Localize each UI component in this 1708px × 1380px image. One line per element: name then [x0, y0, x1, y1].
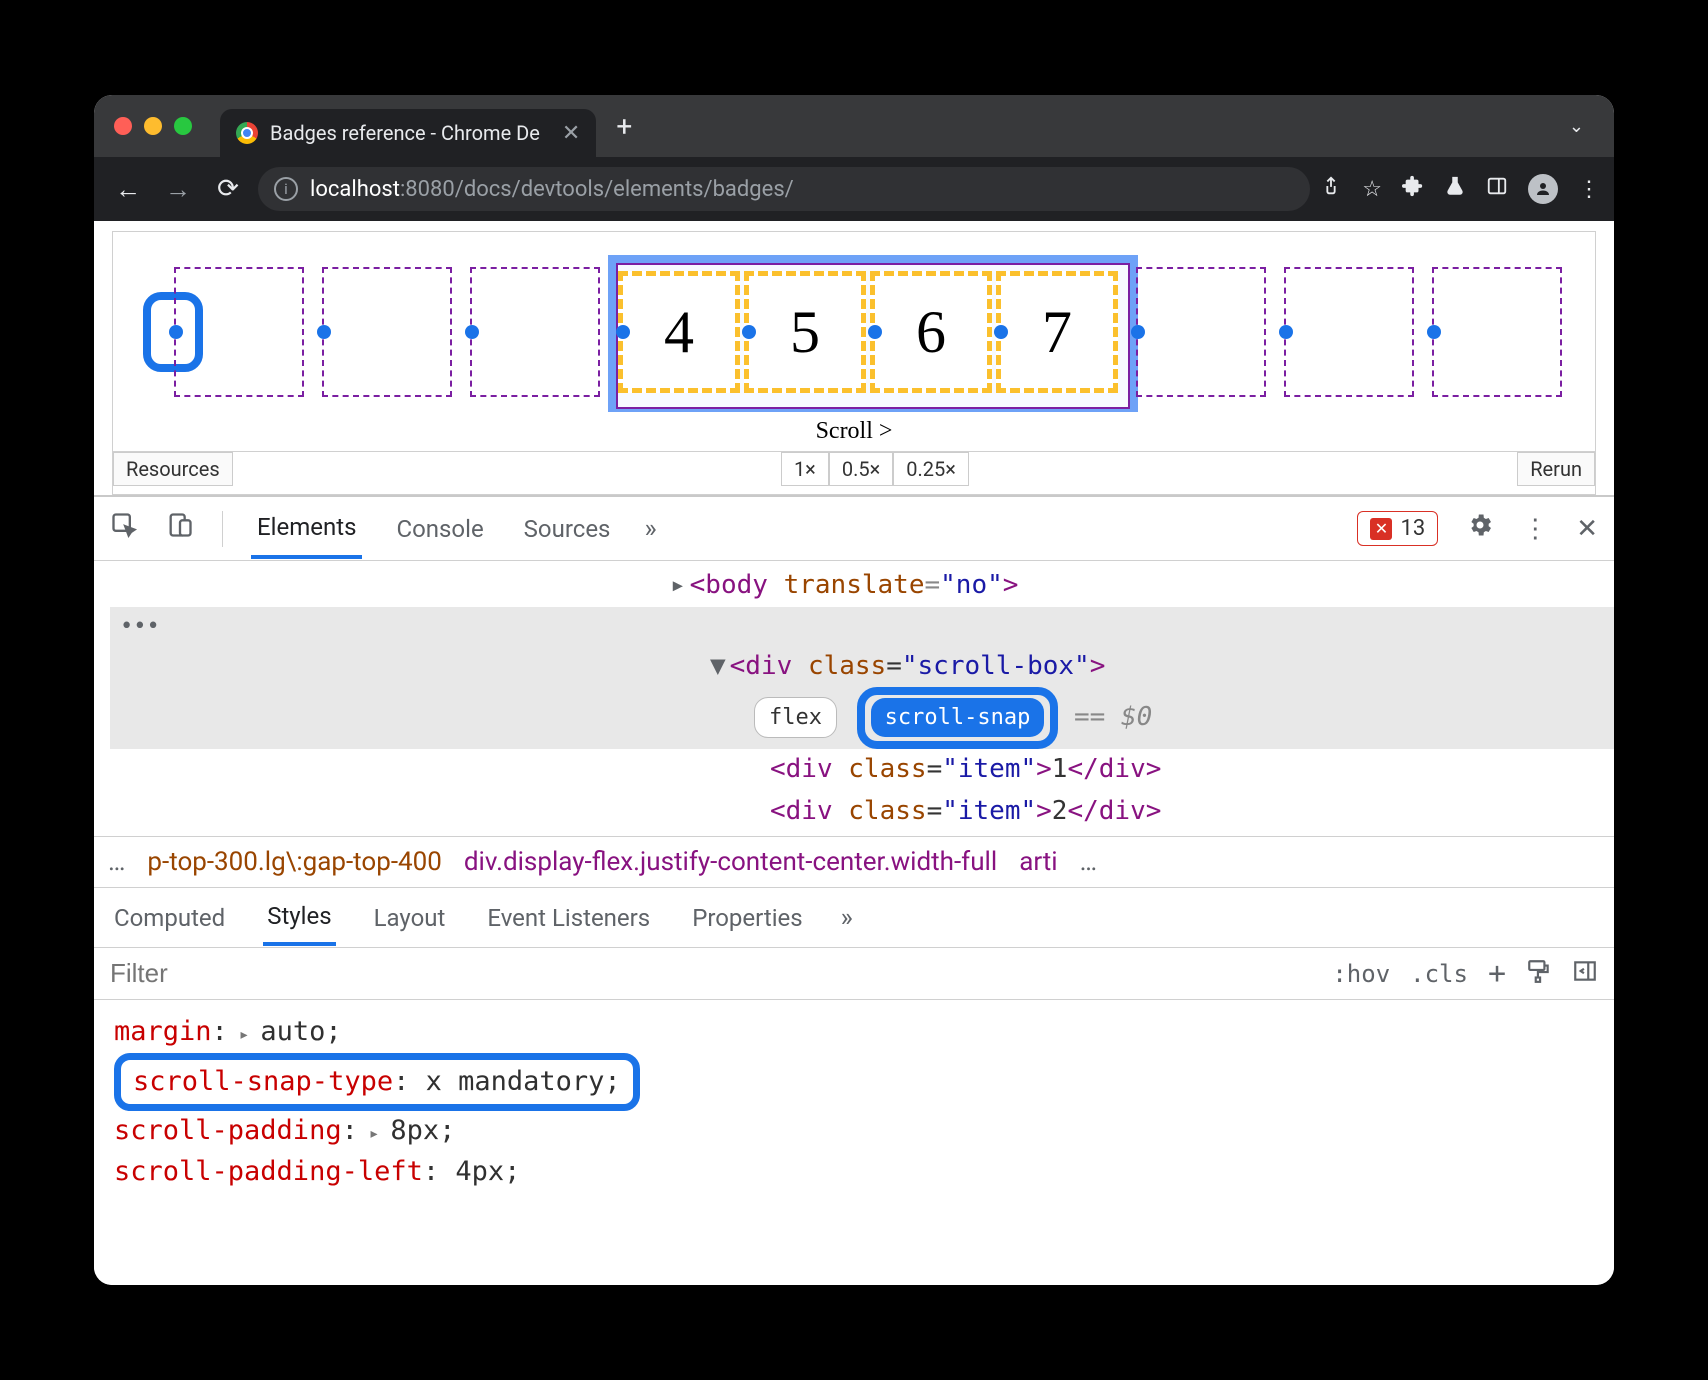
toggle-sidebar-icon[interactable]	[1572, 958, 1598, 990]
browser-toolbar: ← → ⟳ i localhost:8080/docs/devtools/ele…	[94, 157, 1614, 221]
forward-button[interactable]: →	[158, 169, 198, 209]
dom-child-node[interactable]: <div class="item">1</div>	[110, 749, 1614, 791]
back-button[interactable]: ←	[108, 169, 148, 209]
minimize-window-button[interactable]	[144, 117, 162, 135]
styles-filter-input[interactable]	[110, 958, 1312, 989]
scroll-snap-demo[interactable]: 4 5 6 7	[113, 252, 1595, 412]
tab-event-listeners[interactable]: Event Listeners	[483, 892, 654, 944]
selected-dom-node[interactable]: ▼<div class="scroll-box">	[110, 646, 1614, 688]
zoom-05x[interactable]: 0.5×	[829, 452, 893, 486]
dom-tree[interactable]: ▸<body translate="no"> ••• ▼<div class="…	[94, 561, 1614, 836]
css-declaration[interactable]: scroll-padding: ▸ 8px;	[114, 1111, 1594, 1152]
collapsed-ancestors[interactable]: •••	[110, 607, 1614, 646]
url-path: :8080/docs/devtools/elements/badges/	[400, 177, 794, 202]
styles-filter-bar: :hov .cls +	[94, 948, 1614, 1000]
breadcrumb-segment[interactable]: p-top-300.lg\:gap-top-400	[147, 847, 441, 877]
demo-item: 6	[870, 271, 992, 393]
extensions-icon[interactable]	[1402, 175, 1424, 203]
demo-item	[1136, 267, 1266, 397]
demo-item	[322, 267, 452, 397]
side-panel-icon[interactable]	[1486, 175, 1508, 203]
browser-tab[interactable]: Badges reference - Chrome De ✕	[220, 109, 596, 157]
devtools-panel: Elements Console Sources » ✕ 13 ⋮ ✕ ▸<bo…	[94, 495, 1614, 1285]
settings-icon[interactable]	[1466, 511, 1494, 546]
tab-elements[interactable]: Elements	[251, 499, 362, 559]
demo-item: 4	[618, 271, 740, 393]
styles-tab-bar: Computed Styles Layout Event Listeners P…	[94, 888, 1614, 948]
device-toggle-icon[interactable]	[166, 511, 194, 546]
scroll-snap-badge-annotation: scroll-snap	[857, 687, 1059, 749]
url-host: localhost	[310, 177, 400, 202]
cls-toggle[interactable]: .cls	[1410, 960, 1468, 988]
close-window-button[interactable]	[114, 117, 132, 135]
more-tabs-icon[interactable]: »	[644, 514, 656, 544]
css-declaration-annotated: scroll-snap-type: x mandatory;	[114, 1053, 1594, 1112]
dom-breadcrumb[interactable]: … p-top-300.lg\:gap-top-400 div.display-…	[94, 836, 1614, 888]
demo-item	[1284, 267, 1414, 397]
tab-layout[interactable]: Layout	[370, 892, 450, 944]
profile-avatar[interactable]	[1528, 174, 1558, 204]
dom-child-node[interactable]: <div class="item">2</div>	[110, 791, 1614, 833]
breadcrumb-segment[interactable]: arti	[1019, 847, 1057, 877]
bookmark-icon[interactable]: ☆	[1362, 177, 1382, 202]
page-viewport: 4 5 6 7 Scroll > Resources 1× 0.5× 0.25×	[94, 221, 1614, 495]
css-rules-pane[interactable]: margin: ▸ auto; scroll-snap-type: x mand…	[94, 1000, 1614, 1204]
paint-icon[interactable]	[1526, 958, 1552, 990]
demo-item	[470, 267, 600, 397]
zoom-025x[interactable]: 0.25×	[893, 452, 969, 486]
site-info-icon[interactable]: i	[274, 177, 298, 201]
tab-properties[interactable]: Properties	[688, 892, 806, 944]
zoom-1x[interactable]: 1×	[781, 452, 829, 486]
resources-button[interactable]: Resources	[113, 452, 233, 486]
demo-item	[1432, 267, 1562, 397]
kebab-menu-icon[interactable]: ⋮	[1522, 514, 1548, 544]
new-tab-button[interactable]: +	[616, 110, 632, 143]
error-count-badge[interactable]: ✕ 13	[1357, 511, 1438, 546]
traffic-lights	[114, 117, 192, 135]
demo-container: 4 5 6 7 Scroll > Resources 1× 0.5× 0.25×	[112, 231, 1596, 495]
tab-sources[interactable]: Sources	[518, 501, 617, 557]
chrome-icon	[236, 122, 258, 144]
menu-icon[interactable]: ⋮	[1578, 177, 1600, 202]
css-declaration[interactable]: scroll-padding-left: 4px;	[114, 1152, 1594, 1193]
labs-icon[interactable]	[1444, 175, 1466, 203]
demo-item: 7	[996, 271, 1118, 393]
close-tab-icon[interactable]: ✕	[562, 121, 580, 146]
inspect-icon[interactable]	[110, 511, 138, 546]
new-style-rule-icon[interactable]: +	[1488, 956, 1506, 991]
toolbar-actions: ☆ ⋮	[1320, 174, 1600, 204]
reload-button[interactable]: ⟳	[208, 169, 248, 209]
tab-styles[interactable]: Styles	[263, 890, 335, 946]
more-styles-tabs-icon[interactable]: »	[841, 903, 853, 933]
tab-console[interactable]: Console	[390, 501, 489, 557]
close-devtools-icon[interactable]: ✕	[1576, 514, 1598, 544]
scroll-label: Scroll >	[113, 418, 1595, 445]
tab-title: Badges reference - Chrome De	[270, 121, 540, 145]
share-icon[interactable]	[1320, 175, 1342, 203]
selected-node-ref: == $0	[1074, 702, 1152, 732]
error-icon: ✕	[1370, 518, 1392, 540]
titlebar: Badges reference - Chrome De ✕ + ⌄	[94, 95, 1614, 157]
demo-footer: Resources 1× 0.5× 0.25× Rerun	[113, 451, 1595, 486]
devtools-tab-bar: Elements Console Sources » ✕ 13 ⋮ ✕	[94, 497, 1614, 561]
browser-window: Badges reference - Chrome De ✕ + ⌄ ← → ⟳…	[94, 95, 1614, 1285]
address-bar[interactable]: i localhost:8080/docs/devtools/elements/…	[258, 167, 1310, 211]
css-declaration[interactable]: margin: ▸ auto;	[114, 1012, 1594, 1053]
demo-item: 5	[744, 271, 866, 393]
maximize-window-button[interactable]	[174, 117, 192, 135]
scroll-snap-badge[interactable]: scroll-snap	[871, 698, 1045, 737]
rerun-button[interactable]: Rerun	[1517, 452, 1595, 486]
tab-computed[interactable]: Computed	[110, 892, 229, 944]
flex-badge[interactable]: flex	[754, 697, 837, 738]
hov-toggle[interactable]: :hov	[1332, 960, 1390, 988]
tabs-dropdown-icon[interactable]: ⌄	[1569, 116, 1584, 137]
demo-item	[174, 267, 304, 397]
breadcrumb-segment[interactable]: div.display-flex.justify-content-center.…	[464, 847, 997, 877]
zoom-controls: 1× 0.5× 0.25×	[781, 452, 969, 486]
